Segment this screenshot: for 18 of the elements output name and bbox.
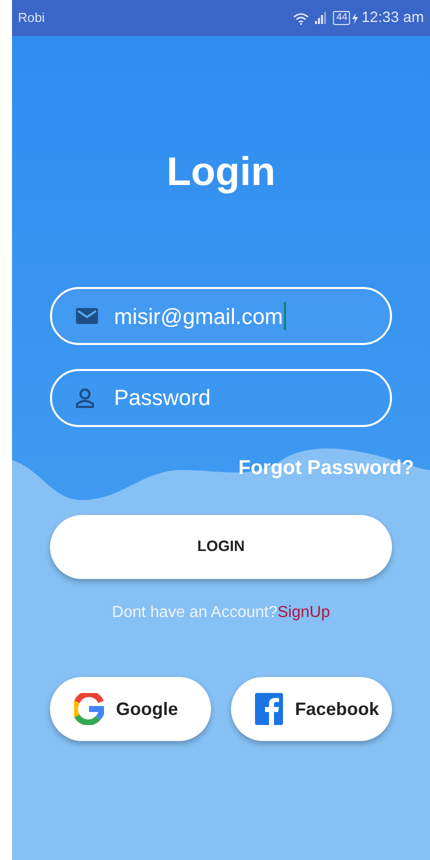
login-button[interactable]: LOGIN [50, 515, 392, 579]
google-logo-icon [74, 693, 104, 725]
facebook-button[interactable]: Facebook [231, 677, 392, 741]
facebook-logo-icon [255, 693, 283, 725]
battery-level: 44 [333, 11, 350, 25]
clock-time: 12:33 am [361, 8, 424, 28]
signup-prompt: Dont have an Account?SignUp [112, 603, 330, 623]
signal-icon [315, 12, 328, 24]
carrier-name: Robi [18, 9, 45, 28]
envelope-icon [76, 308, 98, 324]
charging-icon [352, 12, 358, 24]
text-cursor [284, 302, 286, 330]
google-button[interactable]: Google [50, 677, 211, 741]
password-field[interactable]: Password [50, 369, 392, 427]
page-title: Login [166, 149, 276, 196]
person-icon [76, 388, 94, 408]
signup-link[interactable]: SignUp [277, 604, 330, 621]
wifi-icon [293, 12, 310, 24]
